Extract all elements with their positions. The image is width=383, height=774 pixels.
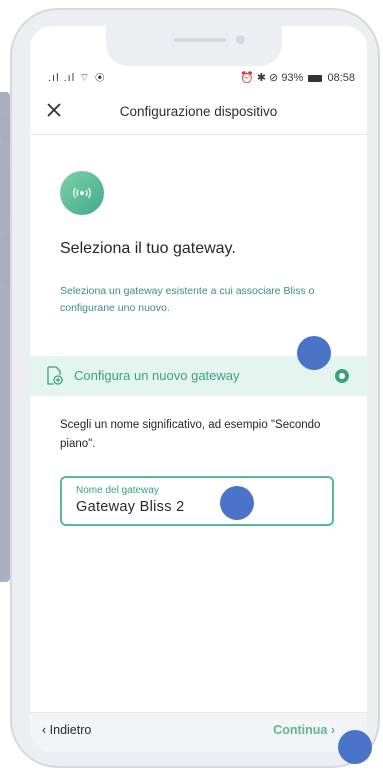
status-bar: .ıl .ıl ⌔ ◉ ⏰ ✱ ⊘ 93% 08:58 bbox=[30, 68, 367, 88]
device-side-button bbox=[2, 236, 10, 284]
bottom-bar: ‹ Indietro Continua › bbox=[30, 712, 367, 752]
battery-percent: 93% bbox=[281, 72, 304, 84]
speaker bbox=[174, 38, 226, 42]
chevron-left-icon: ‹ bbox=[42, 723, 47, 737]
continue-button[interactable]: Continua › bbox=[273, 723, 335, 737]
device-side-button bbox=[2, 168, 10, 216]
gateway-name-field[interactable]: Nome del gateway Gateway Bliss 2 bbox=[60, 476, 334, 526]
field-value[interactable]: Gateway Bliss 2 bbox=[76, 499, 184, 515]
touch-marker bbox=[220, 486, 254, 520]
device-side-button bbox=[2, 118, 10, 142]
name-hint: Scegli un nome significativo, ad esempio… bbox=[60, 419, 321, 450]
header: Configurazione dispositivo bbox=[30, 98, 367, 134]
new-document-icon bbox=[46, 366, 64, 386]
field-label: Nome del gateway bbox=[76, 485, 159, 496]
continue-label: Continua bbox=[273, 723, 328, 737]
back-button[interactable]: ‹ Indietro bbox=[42, 723, 91, 737]
broadcast-icon bbox=[60, 171, 104, 215]
status-icons: ⏰ ✱ ⊘ bbox=[240, 72, 279, 84]
device-side-edge bbox=[0, 92, 10, 582]
touch-marker bbox=[338, 730, 372, 764]
clock: 08:58 bbox=[327, 72, 355, 84]
battery-icon bbox=[308, 74, 323, 82]
camera-dot bbox=[236, 35, 245, 44]
header-divider bbox=[30, 134, 367, 135]
status-right: ⏰ ✱ ⊘ 93% 08:58 bbox=[240, 71, 355, 84]
app-screen: .ıl .ıl ⌔ ◉ ⏰ ✱ ⊘ 93% 08:58 Configurazio… bbox=[30, 26, 367, 752]
chevron-right-icon: › bbox=[330, 723, 335, 737]
section-description: Seleziona un gateway esistente a cui ass… bbox=[60, 285, 315, 314]
touch-marker bbox=[297, 336, 331, 370]
option-radio[interactable] bbox=[335, 369, 349, 383]
option-label: Configura un nuovo gateway bbox=[74, 368, 240, 383]
back-label: Indietro bbox=[49, 723, 92, 737]
page-title: Configurazione dispositivo bbox=[119, 104, 278, 119]
section-title: Seleziona il tuo gateway. bbox=[60, 240, 236, 257]
phone-notch bbox=[106, 26, 282, 66]
signal-wifi-icons: .ıl .ıl ⌔ ◉ bbox=[48, 72, 106, 84]
